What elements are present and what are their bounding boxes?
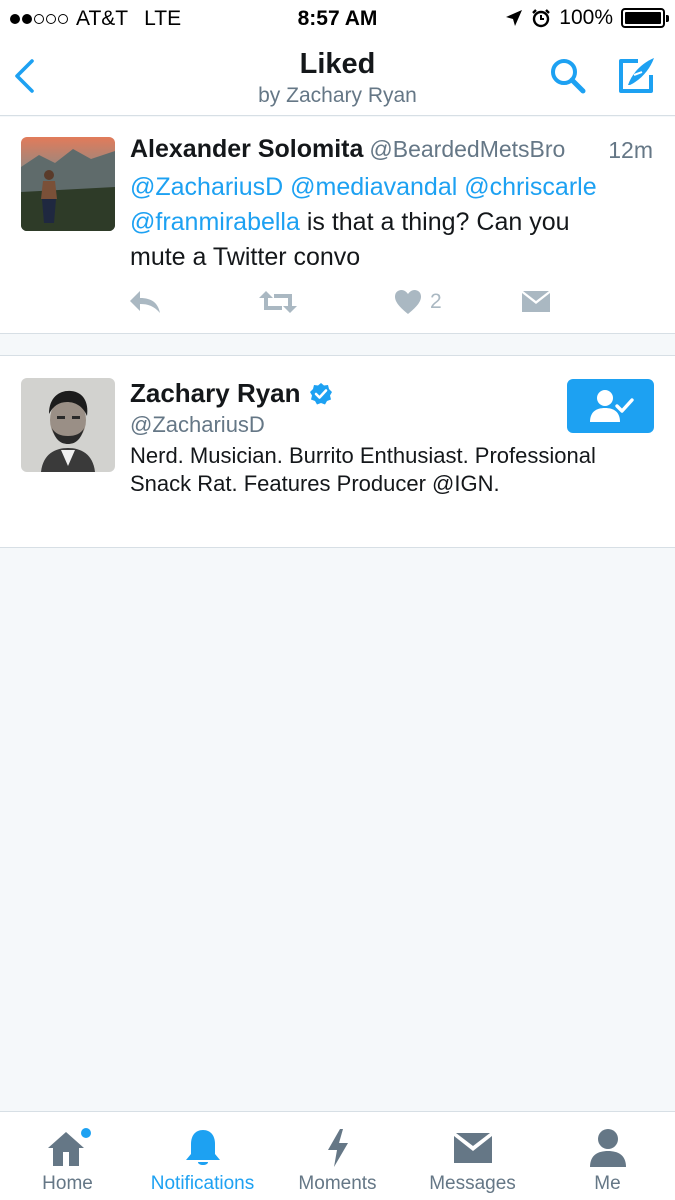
tab-bar: Home Notifications Moments Messages Me: [0, 1111, 675, 1200]
tab-home[interactable]: Home: [0, 1112, 135, 1200]
person-icon: [589, 1129, 626, 1167]
profile-name-row: Zachary Ryan: [130, 378, 333, 409]
tab-label: Home: [42, 1173, 93, 1194]
profile-avatar[interactable]: [21, 378, 115, 472]
lightning-icon: [327, 1129, 348, 1167]
tweet-card[interactable]: Alexander Solomita @BeardedMetsBro 12m @Z…: [0, 117, 675, 334]
search-button[interactable]: [544, 52, 592, 100]
status-right: 100%: [505, 6, 669, 30]
reply-icon: [130, 291, 160, 313]
tweet-body-text: is that a thing? Can you: [299, 208, 570, 236]
following-button[interactable]: [567, 379, 654, 433]
envelope-icon: [522, 291, 550, 312]
direct-message-button[interactable]: [521, 287, 551, 317]
profile-bio: Nerd. Musician. Burrito Enthusiast. Prof…: [130, 443, 596, 496]
tweet-author-handle[interactable]: @BeardedMetsBro: [369, 136, 565, 162]
like-button[interactable]: 2: [394, 287, 442, 317]
verified-badge-icon: [309, 382, 332, 404]
tweet-author-avatar[interactable]: [21, 137, 115, 231]
profile-handle[interactable]: @ZachariusD: [130, 412, 265, 438]
tab-label: Me: [594, 1173, 621, 1194]
retweet-button[interactable]: [258, 287, 298, 317]
tab-label: Notifications: [150, 1173, 255, 1194]
reply-button[interactable]: [128, 287, 162, 317]
envelope-icon: [453, 1133, 492, 1163]
tab-me[interactable]: Me: [540, 1112, 675, 1200]
alarm-clock-icon: [532, 9, 551, 28]
like-count: 2: [430, 290, 442, 313]
retweet-icon: [259, 291, 297, 313]
tweet-body-text: mute a Twitter convo: [130, 243, 361, 271]
tweet-text: @ZachariusD @mediavandal @chriscarle @fr…: [130, 170, 660, 275]
heart-icon: [395, 290, 421, 314]
tweet-header: Alexander Solomita @BeardedMetsBro 12m: [130, 135, 653, 167]
nav-bar: Liked by Zachary Ryan: [0, 38, 675, 116]
avatar-photo: [21, 378, 115, 472]
tweet-author-name[interactable]: Alexander Solomita: [130, 135, 363, 163]
person-check-icon: [589, 390, 634, 422]
tab-label: Messages: [429, 1173, 516, 1194]
profile-card[interactable]: Zachary Ryan @ZachariusD Nerd. Musician.…: [0, 355, 675, 548]
home-icon: [47, 1128, 91, 1166]
compose-button[interactable]: [611, 52, 659, 100]
tab-notifications[interactable]: Notifications: [135, 1112, 270, 1200]
avatar-photo: [21, 137, 115, 231]
tab-messages[interactable]: Messages: [405, 1112, 540, 1200]
search-icon: [551, 59, 586, 94]
profile-name[interactable]: Zachary Ryan: [130, 378, 301, 409]
mention-link[interactable]: @chriscarle: [464, 173, 596, 201]
battery-percent: 100%: [559, 6, 613, 29]
tweet-timestamp: 12m: [608, 137, 653, 163]
tab-label: Moments: [298, 1173, 377, 1194]
battery-icon: [621, 8, 669, 28]
location-arrow-icon: [506, 10, 523, 26]
bell-icon: [185, 1130, 220, 1165]
mention-link[interactable]: @ZachariusD: [130, 173, 283, 201]
mention-link[interactable]: @franmirabella: [130, 208, 300, 236]
status-bar: AT&T LTE 8:57 AM 100%: [0, 0, 675, 38]
new-content-dot: [80, 1128, 91, 1138]
mention-link[interactable]: @mediavandal: [290, 173, 457, 201]
tab-moments[interactable]: Moments: [270, 1112, 405, 1200]
compose-icon: [619, 58, 654, 93]
